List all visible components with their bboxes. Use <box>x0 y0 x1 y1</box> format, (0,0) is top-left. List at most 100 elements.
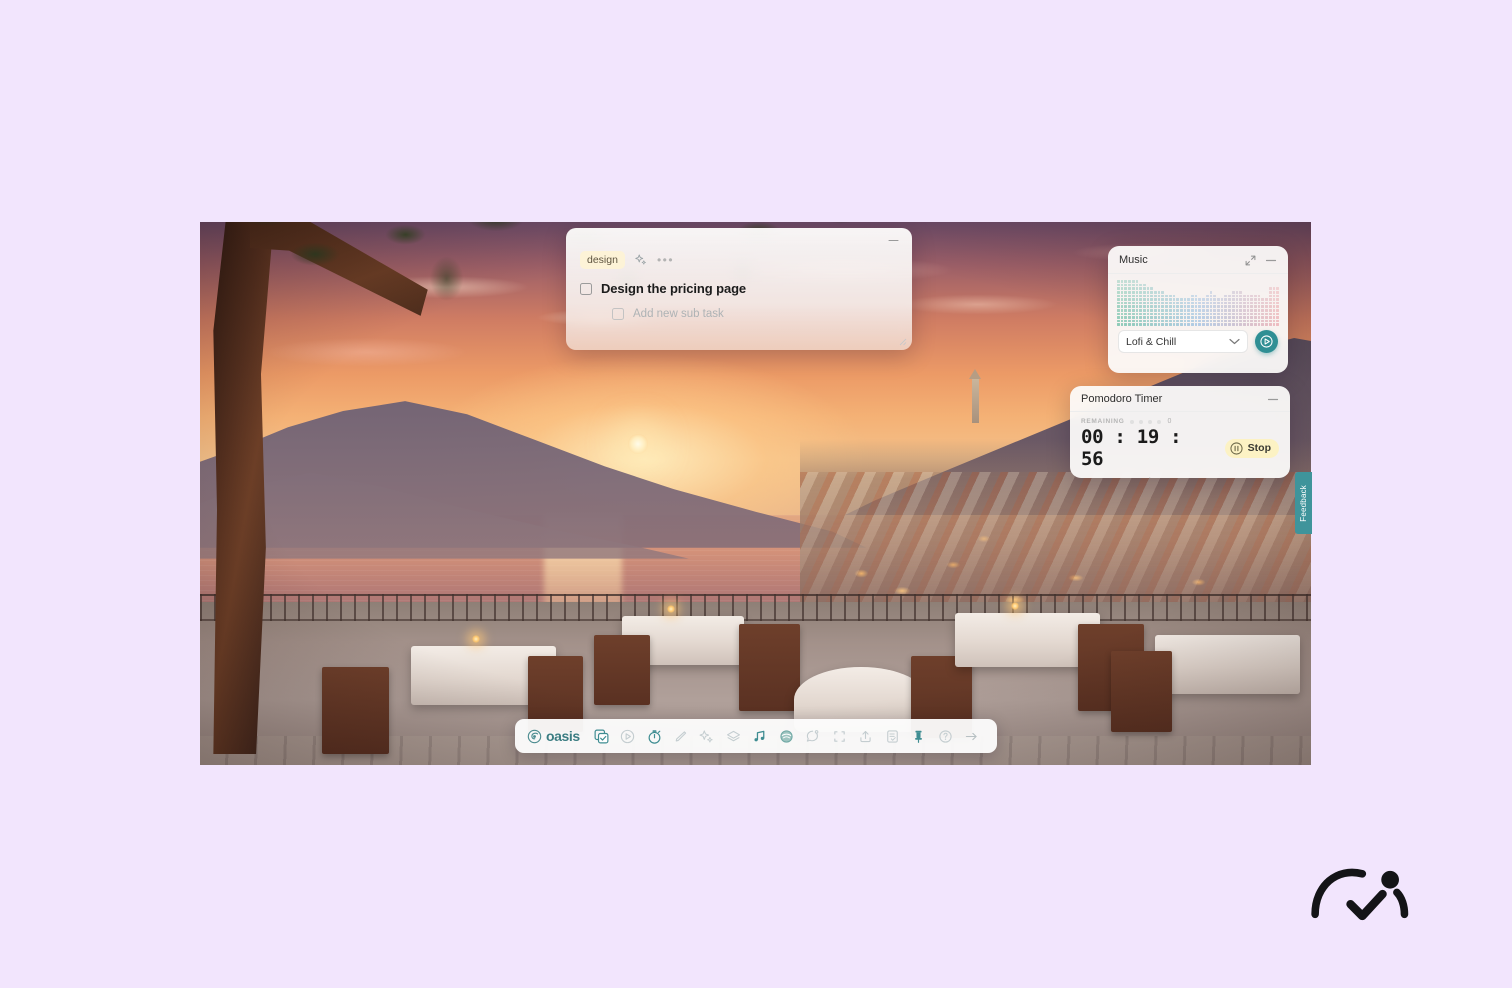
visualizer-cell <box>1139 291 1142 294</box>
visualizer-cell <box>1198 323 1202 326</box>
timer-icon[interactable] <box>641 722 667 750</box>
visualizer-cell <box>1235 301 1239 305</box>
visualizer-cell <box>1172 301 1176 305</box>
layers-icon[interactable] <box>720 722 746 750</box>
sparkle-icon[interactable] <box>694 722 720 750</box>
visualizer-cell <box>1265 319 1268 323</box>
music-widget-title: Music <box>1119 254 1148 266</box>
visualizer-cell <box>1117 294 1120 298</box>
visualizer-cell <box>1135 305 1139 309</box>
task-row[interactable]: Design the pricing page <box>580 281 898 296</box>
visualizer-cell <box>1165 312 1168 316</box>
pomodoro-time: 00 : 19 : 56 <box>1081 426 1182 470</box>
pen-icon[interactable] <box>667 722 693 750</box>
expand-icon[interactable] <box>1245 255 1256 266</box>
pin-icon[interactable] <box>906 722 932 750</box>
tab-long-break[interactable]: Long Break <box>1204 477 1254 478</box>
visualizer-cell <box>1216 312 1220 316</box>
visualizer-cell <box>1179 312 1183 316</box>
visualizer-cell <box>1139 319 1142 323</box>
task-tag[interactable]: design <box>580 251 625 269</box>
visualizer-cell <box>1154 301 1157 305</box>
visualizer-column <box>1242 294 1246 326</box>
visualizer-column <box>1168 294 1172 326</box>
visualizer-cell <box>1124 316 1128 319</box>
tasks-icon[interactable] <box>588 722 614 750</box>
minimize-icon[interactable] <box>1265 256 1277 265</box>
minimize-icon[interactable] <box>887 236 900 245</box>
visualizer-cell <box>1139 294 1142 298</box>
visualizer-cell <box>1146 301 1150 305</box>
fullscreen-icon[interactable] <box>826 722 852 750</box>
feedback-tab[interactable]: Feedback <box>1295 472 1312 534</box>
visualizer-column <box>1131 280 1135 326</box>
visualizer-cell <box>1216 309 1220 312</box>
task-card[interactable]: design ••• Design the pricing page Add n… <box>566 228 912 350</box>
subtask-checkbox[interactable] <box>612 308 624 320</box>
visualizer-cell <box>1135 294 1139 298</box>
app-logo[interactable]: oasis <box>527 728 580 744</box>
subtask-placeholder[interactable]: Add new sub task <box>633 308 724 320</box>
visualizer-cell <box>1146 294 1150 298</box>
pomodoro-title: Pomodoro Timer <box>1081 393 1163 405</box>
sound-icon[interactable] <box>773 722 799 750</box>
music-widget[interactable]: Music Lofi & Chill <box>1108 246 1288 373</box>
visualizer-cell <box>1220 309 1224 312</box>
music-note-icon[interactable] <box>747 722 773 750</box>
visualizer-cell <box>1198 312 1202 316</box>
station-select[interactable]: Lofi & Chill <box>1118 330 1248 353</box>
help-icon[interactable] <box>932 722 958 750</box>
arrow-right-icon[interactable] <box>959 722 985 750</box>
visualizer-cell <box>1268 301 1272 305</box>
note-icon[interactable] <box>879 722 905 750</box>
visualizer-cell <box>1128 287 1131 291</box>
share-icon[interactable] <box>853 722 879 750</box>
visualizer-cell <box>1216 301 1220 305</box>
visualizer-cell <box>1276 294 1279 298</box>
task-checkbox[interactable] <box>580 282 592 295</box>
visualizer-cell <box>1154 319 1157 323</box>
subtask-row[interactable]: Add new sub task <box>612 308 898 320</box>
stop-button[interactable]: Stop <box>1224 438 1279 458</box>
visualizer-cell <box>1131 283 1135 287</box>
bottom-toolbar[interactable]: oasis <box>515 719 997 753</box>
play-button[interactable] <box>1255 330 1278 353</box>
visualizer-cell <box>1135 283 1139 287</box>
visualizer-cell <box>1183 319 1187 323</box>
visualizer-cell <box>1242 301 1246 305</box>
visualizer-cell <box>1276 287 1279 291</box>
visualizer-cell <box>1205 294 1209 298</box>
visualizer-cell <box>1220 312 1224 316</box>
visualizer-cell <box>1254 305 1257 309</box>
visualizer-cell <box>1183 316 1187 319</box>
sparkle-icon[interactable] <box>634 253 648 267</box>
visualizer-cell <box>1117 301 1120 305</box>
visualizer-cell <box>1257 305 1261 309</box>
visualizer-cell <box>1220 319 1224 323</box>
visualizer-cell <box>1146 312 1150 316</box>
player-icon[interactable] <box>614 722 640 750</box>
dining-table <box>1155 634 1300 695</box>
visualizer-cell <box>1139 316 1142 319</box>
more-horizontal-icon[interactable]: ••• <box>657 254 674 266</box>
minimize-icon[interactable] <box>1267 395 1279 404</box>
visualizer-column <box>1154 291 1157 326</box>
app-logo-text: oasis <box>546 728 580 744</box>
visualizer-column <box>1150 287 1154 326</box>
pomodoro-widget[interactable]: Pomodoro Timer REMAINING 0 00 : 19 : 56 <box>1070 386 1290 478</box>
resize-handle[interactable] <box>899 338 907 346</box>
tab-short-break[interactable]: Short Break <box>1142 477 1193 478</box>
visualizer-cell <box>1231 323 1235 326</box>
music-visualizer <box>1108 274 1288 330</box>
visualizer-cell <box>1209 301 1213 305</box>
visualizer-cell <box>1224 309 1228 312</box>
visualizer-cell <box>1202 301 1205 305</box>
visualizer-cell <box>1128 301 1131 305</box>
visualizer-cell <box>1205 305 1209 309</box>
visualizer-column <box>1135 280 1139 326</box>
visualizer-cell <box>1198 319 1202 323</box>
visualizer-cell <box>1128 323 1131 326</box>
visualizer-cell <box>1154 298 1157 301</box>
chat-icon[interactable] <box>800 722 826 750</box>
visualizer-cell <box>1224 305 1228 309</box>
